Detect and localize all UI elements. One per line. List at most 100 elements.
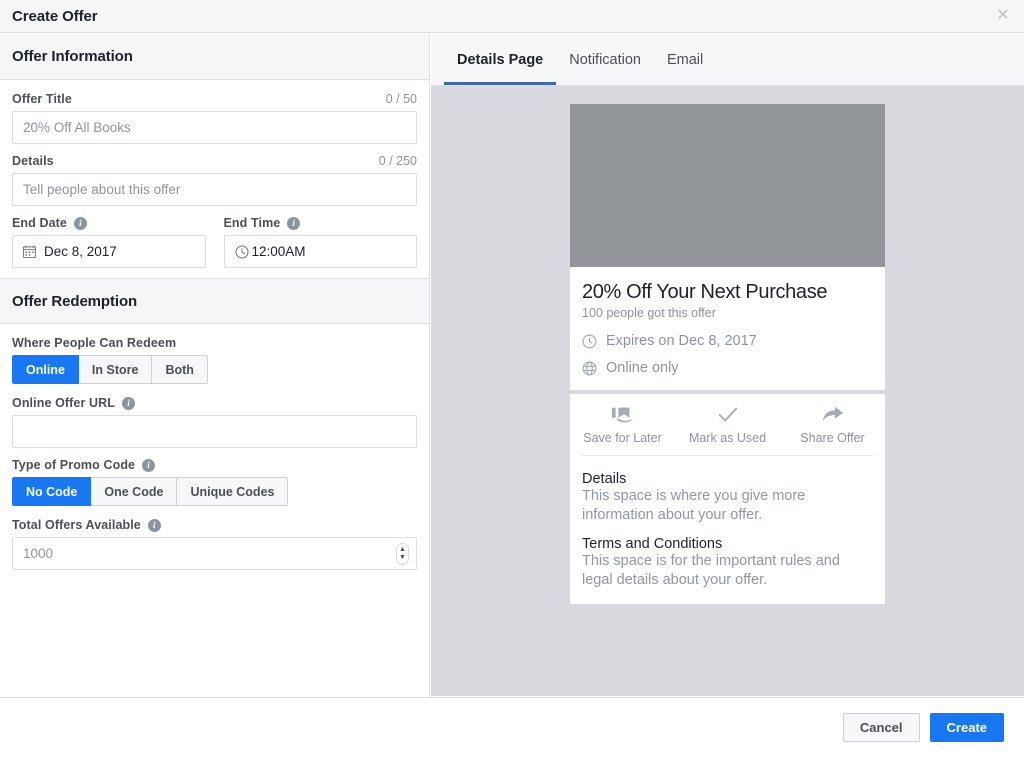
info-icon[interactable]: i bbox=[142, 458, 156, 472]
dialog-header: Create Offer ✕ bbox=[0, 0, 1024, 33]
offer-title-counter: 0 / 50 bbox=[385, 92, 417, 106]
end-time-label-wrap: End Time i bbox=[224, 216, 418, 230]
preview-panel: Details Page Notification Email 20% Off … bbox=[431, 34, 1024, 697]
promo-code-option-unique-codes[interactable]: Unique Codes bbox=[177, 477, 289, 506]
total-offers-field: Total Offers Available i 1000 ▲ ▼ bbox=[12, 518, 417, 570]
preview-stage: 20% Off Your Next Purchase 100 people go… bbox=[431, 86, 1024, 696]
share-offer-label: Share Offer bbox=[800, 431, 865, 445]
offer-preview-actions-card: Save for Later Mark as Used Share Offer … bbox=[570, 394, 885, 604]
offer-preview-title: 20% Off Your Next Purchase bbox=[582, 281, 828, 303]
offer-preview-expires-text: Expires on Dec 8, 2017 bbox=[606, 333, 757, 349]
share-offer-button[interactable]: Share Offer bbox=[780, 405, 885, 445]
details-input[interactable]: Tell people about this offer bbox=[12, 173, 417, 206]
offer-preview-expires: Expires on Dec 8, 2017 bbox=[582, 333, 873, 349]
where-redeem-option-in-store[interactable]: In Store bbox=[78, 355, 153, 384]
info-icon[interactable]: i bbox=[122, 396, 135, 410]
end-time-input[interactable]: 12:00AM bbox=[223, 235, 417, 268]
stepper-down-icon[interactable]: ▼ bbox=[399, 554, 406, 561]
dialog-footer: Cancel Create bbox=[0, 697, 1024, 757]
offer-preview: 20% Off Your Next Purchase 100 people go… bbox=[570, 104, 885, 696]
offer-preview-body: Details This space is where you give mor… bbox=[570, 456, 885, 604]
end-time-field: End Time i 12:00AM bbox=[223, 216, 418, 268]
info-icon[interactable]: i bbox=[287, 216, 301, 230]
end-date-label: End Date bbox=[12, 216, 67, 230]
where-redeem-field: Where People Can Redeem Online In Store … bbox=[12, 336, 417, 384]
details-heading: Details bbox=[582, 471, 627, 487]
where-redeem-option-online[interactable]: Online bbox=[12, 355, 79, 384]
save-for-later-icon bbox=[611, 407, 633, 423]
where-redeem-option-both[interactable]: Both bbox=[152, 355, 208, 384]
details-counter: 0 / 250 bbox=[378, 154, 417, 168]
mark-as-used-button[interactable]: Mark as Used bbox=[675, 405, 780, 445]
promo-code-type-field: Type of Promo Code i No Code One Code Un… bbox=[12, 458, 417, 506]
globe-icon bbox=[582, 361, 597, 375]
offer-photo-placeholder bbox=[570, 104, 885, 267]
section-title: Offer Information bbox=[12, 48, 133, 65]
total-offers-input[interactable]: 1000 bbox=[12, 537, 417, 570]
preview-tabs: Details Page Notification Email bbox=[431, 34, 1024, 86]
online-offer-url-input[interactable] bbox=[12, 415, 417, 448]
dialog-title: Create Offer bbox=[12, 7, 98, 25]
cancel-button[interactable]: Cancel bbox=[842, 713, 920, 742]
info-icon[interactable]: i bbox=[147, 518, 161, 532]
offer-preview-header: 20% Off Your Next Purchase 100 people go… bbox=[570, 267, 885, 390]
tab-email[interactable]: Email bbox=[654, 34, 716, 85]
quantity-stepper[interactable]: ▲ ▼ bbox=[396, 542, 409, 565]
offer-preview-redeem: Online only bbox=[582, 360, 873, 376]
promo-code-type-label-wrap: Type of Promo Code i bbox=[12, 458, 417, 472]
online-offer-url-field: Online Offer URL i bbox=[12, 396, 417, 448]
offer-redemption-body: Where People Can Redeem Online In Store … bbox=[0, 324, 429, 570]
terms-heading: Terms and Conditions bbox=[582, 536, 723, 552]
end-time-value: 12:00AM bbox=[251, 244, 306, 259]
offer-information-body: 0 / 50 Offer Title 20% Off All Books 0 /… bbox=[0, 80, 429, 268]
promo-code-type-toggle-group: No Code One Code Unique Codes bbox=[12, 477, 289, 506]
share-arrow-icon bbox=[822, 406, 843, 422]
details-label: Details bbox=[12, 154, 54, 168]
tab-notification[interactable]: Notification bbox=[556, 34, 654, 85]
promo-code-type-label: Type of Promo Code bbox=[12, 458, 136, 472]
offer-title-input[interactable]: 20% Off All Books bbox=[12, 111, 417, 144]
offer-title-label: Offer Title bbox=[12, 92, 72, 106]
section-header-offer-redemption: Offer Redemption bbox=[0, 278, 429, 324]
total-offers-label-wrap: Total Offers Available i bbox=[12, 518, 417, 532]
where-redeem-label: Where People Can Redeem bbox=[12, 336, 177, 350]
section-header-offer-information: Offer Information bbox=[0, 34, 429, 80]
clock-icon bbox=[582, 334, 597, 348]
offer-title-field: 0 / 50 Offer Title 20% Off All Books bbox=[12, 92, 417, 144]
mark-as-used-label: Mark as Used bbox=[688, 431, 767, 445]
calendar-icon bbox=[23, 245, 36, 258]
tab-details-page[interactable]: Details Page bbox=[444, 34, 557, 85]
offer-preview-card: 20% Off Your Next Purchase 100 people go… bbox=[570, 104, 885, 390]
stepper-up-icon[interactable]: ▲ bbox=[399, 546, 406, 553]
end-date-value: Dec 8, 2017 bbox=[44, 244, 117, 259]
create-button[interactable]: Create bbox=[929, 713, 1004, 742]
total-offers-label: Total Offers Available bbox=[12, 518, 141, 532]
end-time-label: End Time bbox=[223, 216, 281, 230]
end-date-field: End Date i Dec 8, 2017 bbox=[12, 216, 206, 268]
promo-code-option-no-code[interactable]: No Code bbox=[12, 477, 92, 506]
total-offers-stepper-wrap: 1000 ▲ ▼ bbox=[12, 537, 417, 570]
save-for-later-label: Save for Later bbox=[583, 431, 662, 445]
offer-preview-actions: Save for Later Mark as Used Share Offer bbox=[570, 394, 885, 455]
offer-form-panel: Offer Information 0 / 50 Offer Title 20%… bbox=[0, 34, 430, 697]
details-field: 0 / 250 Details Tell people about this o… bbox=[12, 154, 417, 206]
section-title: Offer Redemption bbox=[12, 292, 138, 310]
dialog-body: Offer Information 0 / 50 Offer Title 20%… bbox=[0, 34, 1024, 697]
offer-preview-subtitle: 100 people got this offer bbox=[582, 306, 716, 320]
online-offer-url-label-wrap: Online Offer URL i bbox=[12, 396, 417, 410]
details-body: This space is where you give more inform… bbox=[582, 488, 806, 523]
clock-icon bbox=[235, 245, 248, 258]
end-date-input[interactable]: Dec 8, 2017 bbox=[12, 235, 206, 268]
save-for-later-button[interactable]: Save for Later bbox=[570, 405, 675, 445]
promo-code-option-one-code[interactable]: One Code bbox=[91, 477, 178, 506]
end-date-label-wrap: End Date i bbox=[12, 216, 206, 230]
where-redeem-toggle-group: Online In Store Both bbox=[12, 355, 208, 384]
create-offer-dialog: Create Offer ✕ Offer Information 0 / 50 … bbox=[0, 0, 1024, 757]
end-datetime-row: End Date i Dec 8, 2017 End Time i 12:00A… bbox=[12, 216, 417, 268]
online-offer-url-label: Online Offer URL bbox=[12, 396, 115, 410]
check-icon bbox=[718, 407, 737, 422]
offer-preview-redeem-text: Online only bbox=[606, 360, 679, 376]
close-icon[interactable]: ✕ bbox=[994, 7, 1012, 25]
info-icon[interactable]: i bbox=[73, 216, 87, 230]
terms-body: This space is for the important rules an… bbox=[582, 553, 840, 588]
